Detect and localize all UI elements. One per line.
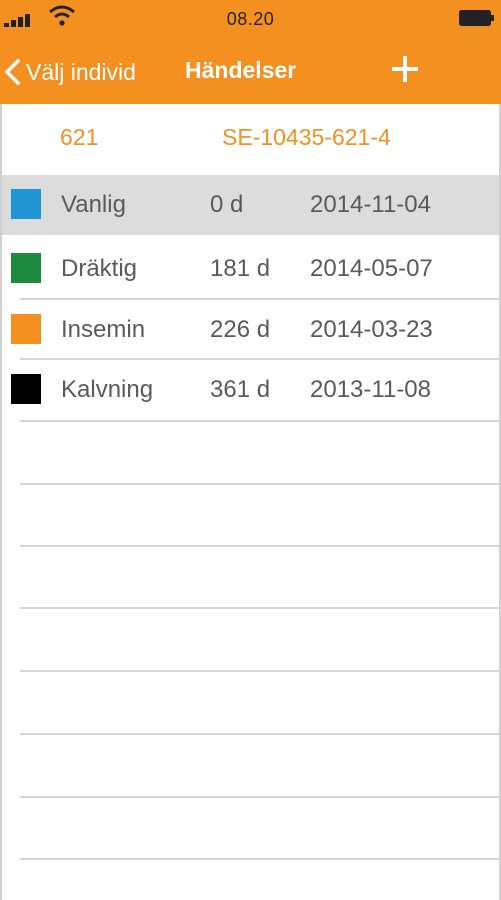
- status-bar: 08.20: [0, 0, 501, 40]
- animal-number: 621: [60, 124, 99, 150]
- add-event-button[interactable]: [390, 54, 420, 84]
- nav-bar: Välj individ Händelser: [0, 44, 501, 104]
- status-time: 08.20: [226, 9, 275, 29]
- event-color-swatch: [11, 189, 41, 219]
- event-date: 2014-05-07: [310, 255, 433, 282]
- event-color-swatch: [11, 374, 41, 404]
- row-divider: [20, 670, 501, 672]
- event-type: Vanlig: [61, 191, 126, 218]
- animal-header: 621 SE-10435-621-4: [0, 104, 501, 170]
- battery-icon: [459, 10, 494, 26]
- event-row-draktig[interactable]: Dräktig 181 d 2014-05-07: [0, 239, 501, 299]
- back-label: Välj individ: [26, 58, 136, 85]
- top-bar: 08.20 Välj individ Händelser: [0, 0, 501, 104]
- row-divider: [20, 420, 501, 422]
- row-divider: [20, 796, 501, 798]
- page-title: Händelser: [185, 57, 297, 83]
- event-date: 2014-11-04: [310, 191, 431, 218]
- row-divider: [20, 733, 501, 735]
- event-days: 226 d: [210, 316, 271, 343]
- row-divider: [20, 858, 501, 860]
- event-days: 361 d: [210, 376, 271, 403]
- chevron-left-icon: [4, 58, 21, 86]
- row-divider: [20, 607, 501, 609]
- event-days: 181 d: [210, 255, 271, 282]
- event-type: Insemin: [61, 316, 146, 343]
- event-days: 0 d: [210, 191, 244, 218]
- event-date: 2013-11-08: [310, 376, 431, 403]
- event-row-kalvning[interactable]: Kalvning 361 d 2013-11-08: [0, 360, 501, 420]
- row-divider: [20, 483, 501, 485]
- row-divider: [20, 545, 501, 547]
- screen-edge-left: [0, 104, 2, 900]
- back-button[interactable]: Välj individ: [0, 52, 136, 92]
- event-row-vanlig[interactable]: Vanlig 0 d 2014-11-04: [0, 175, 501, 235]
- animal-id-code: SE-10435-621-4: [222, 124, 391, 150]
- event-color-swatch: [11, 253, 41, 283]
- event-row-insemin[interactable]: Insemin 226 d 2014-03-23: [0, 300, 501, 360]
- events-screen: 08.20 Välj individ Händelser 621 SE-1043…: [0, 0, 501, 900]
- event-type: Kalvning: [61, 376, 154, 403]
- event-date: 2014-03-23: [310, 316, 433, 343]
- event-color-swatch: [11, 314, 41, 344]
- event-type: Dräktig: [61, 255, 138, 282]
